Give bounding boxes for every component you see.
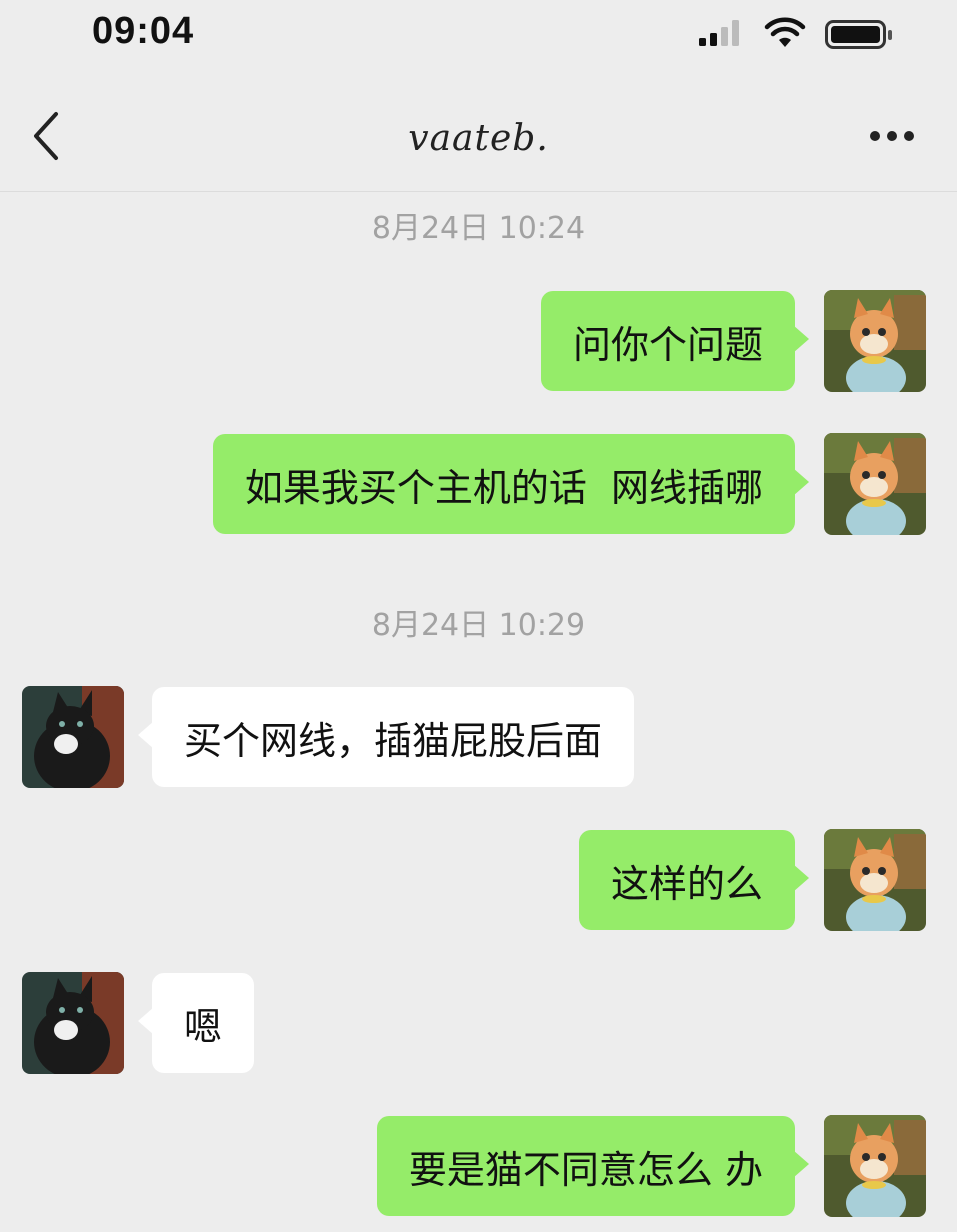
self-avatar[interactable] <box>824 1115 926 1217</box>
chat-header: vaateb. <box>0 68 957 192</box>
sent-message-bubble[interactable]: 这样的么 <box>578 830 810 930</box>
message-text: 这样的么 <box>610 861 763 906</box>
wifi-icon <box>764 17 806 47</box>
sent-message-bubble[interactable]: 如果我买个主机的话 网线插哪 <box>212 434 810 534</box>
contact-avatar[interactable] <box>22 972 124 1074</box>
fox-doll-avatar-image <box>824 433 926 535</box>
message-text: 嗯 <box>184 1004 223 1049</box>
fox-doll-avatar-image <box>824 1115 926 1217</box>
more-button[interactable] <box>867 124 917 148</box>
received-message-bubble[interactable]: 买个网线，插猫屁股后面 <box>137 687 635 787</box>
self-avatar[interactable] <box>824 829 926 931</box>
message-text: 买个网线，插猫屁股后面 <box>184 718 603 763</box>
status-bar: 09:04 <box>0 0 957 68</box>
fox-doll-avatar-image <box>824 290 926 392</box>
more-dots-icon <box>870 131 914 141</box>
self-avatar[interactable] <box>824 290 926 392</box>
cat-avatar-image <box>22 686 124 788</box>
received-message-bubble[interactable]: 嗯 <box>137 973 255 1073</box>
self-avatar[interactable] <box>824 433 926 535</box>
signal-icon <box>699 20 739 46</box>
message-text: 如果我买个主机的话 网线插哪 <box>244 465 763 510</box>
sent-message-bubble[interactable]: 问你个问题 <box>540 291 810 391</box>
message-text: 要是猫不同意怎么 办 <box>408 1147 763 1192</box>
status-icons <box>699 17 892 49</box>
contact-avatar[interactable] <box>22 686 124 788</box>
chat-title: vaateb. <box>408 118 549 159</box>
message-timestamp: 8月24日 10:24 <box>371 211 586 246</box>
fox-doll-avatar-image <box>824 829 926 931</box>
message-text: 问你个问题 <box>572 322 763 367</box>
status-time: 09:04 <box>92 10 195 52</box>
battery-icon <box>825 20 892 49</box>
sent-message-bubble[interactable]: 要是猫不同意怎么 办 <box>376 1116 810 1216</box>
cat-avatar-image <box>22 972 124 1074</box>
message-timestamp: 8月24日 10:29 <box>371 608 586 643</box>
